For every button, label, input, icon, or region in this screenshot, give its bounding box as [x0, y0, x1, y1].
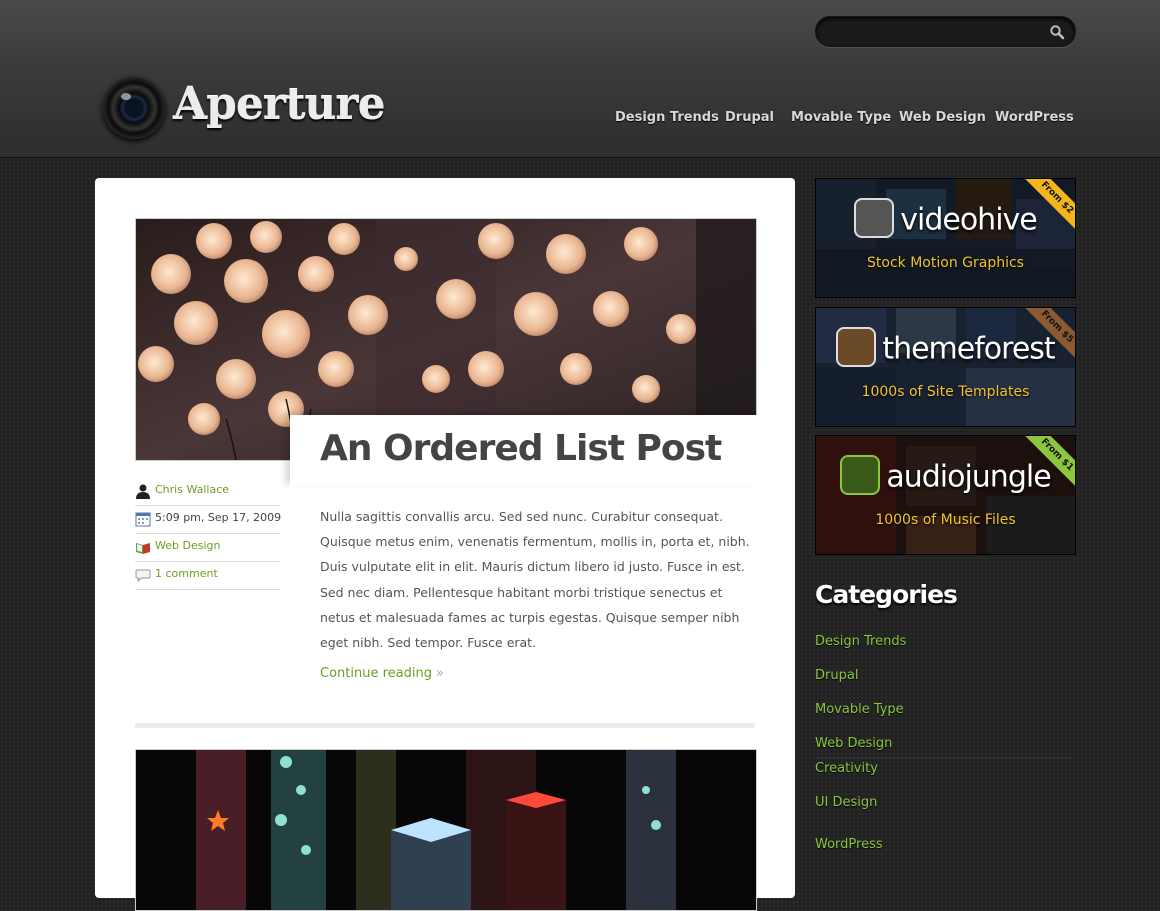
ad-brand: videohive	[816, 198, 1075, 241]
themeforest-logo-icon	[836, 327, 877, 367]
continue-arrow: »	[435, 666, 444, 681]
post-comments-link[interactable]: 1 comment	[155, 563, 218, 585]
ad-brand-name: themeforest	[882, 331, 1055, 367]
post-meta: Chris Wallace 5:09 pm, Sep 17, 2009 Web …	[135, 479, 282, 591]
ad-tagline: 1000s of Music Files	[875, 512, 1016, 528]
speech-bubble-icon	[135, 569, 151, 583]
category-link-creativity[interactable]: Creativity	[815, 761, 878, 776]
book-icon	[136, 543, 150, 554]
nav-item-drupal[interactable]: Drupal	[725, 110, 774, 125]
videohive-logo-icon	[854, 198, 895, 238]
user-icon	[136, 484, 150, 499]
content-area: An Ordered List Post Chris Wallace 5:09 …	[95, 178, 795, 911]
category-link-wordpress[interactable]: WordPress	[815, 837, 883, 852]
post-title[interactable]: An Ordered List Post	[320, 428, 722, 469]
post-comments-row: 1 comment	[135, 563, 280, 590]
category-link-movable-type[interactable]: Movable Type	[815, 702, 904, 717]
site-logo[interactable]: Aperture	[103, 77, 393, 143]
post-category-row: Web Design	[135, 535, 280, 562]
site-header: Aperture Design Trends Drupal Movable Ty…	[0, 0, 1160, 158]
camera-lens-icon	[103, 77, 165, 139]
ad-tagline: 1000s of Site Templates	[861, 384, 1030, 400]
post-author[interactable]: Chris Wallace	[155, 479, 229, 501]
audiojungle-ad[interactable]: From $1 audiojungle 1000s of Music Files	[815, 435, 1076, 555]
category-link-web-design[interactable]: Web Design	[815, 736, 892, 751]
ad-brand-name: audiojungle	[886, 459, 1051, 495]
post-divider	[135, 723, 755, 728]
post-category[interactable]: Web Design	[155, 535, 220, 557]
post-date-row: 5:09 pm, Sep 17, 2009	[135, 507, 282, 534]
videohive-ad[interactable]: From $2 videohive Stock Motion Graphics	[815, 178, 1076, 298]
ad-brand: themeforest	[816, 327, 1075, 370]
post-date: 5:09 pm, Sep 17, 2009	[155, 511, 282, 524]
nav-item-movable-type[interactable]: Movable Type	[791, 110, 891, 125]
nav-item-design-trends[interactable]: Design Trends	[615, 110, 719, 125]
search-box[interactable]	[815, 16, 1076, 47]
audiojungle-logo-icon	[840, 455, 881, 495]
search-input[interactable]	[830, 22, 1044, 42]
logo-text: Aperture	[173, 79, 386, 130]
post-author-row: Chris Wallace	[135, 479, 280, 506]
search-icon[interactable]	[1049, 24, 1065, 40]
category-divider	[815, 757, 1074, 758]
themeforest-ad[interactable]: From $5 themeforest 1000s of Site Templa…	[815, 307, 1076, 427]
post-featured-image-2[interactable]	[135, 749, 757, 911]
lens-glint	[121, 93, 131, 100]
nav-item-wordpress[interactable]: WordPress	[995, 110, 1074, 125]
ad-brand-name: videohive	[900, 202, 1038, 238]
continue-reading-link[interactable]: Continue reading»	[320, 666, 444, 681]
ad-brand: audiojungle	[816, 455, 1075, 498]
calendar-icon	[135, 512, 151, 527]
category-link-drupal[interactable]: Drupal	[815, 668, 858, 683]
continue-reading-label: Continue reading	[320, 666, 432, 681]
main-nav: Design Trends Drupal Movable Type Web De…	[600, 110, 1076, 130]
ad-tagline: Stock Motion Graphics	[867, 255, 1024, 271]
category-link-ui-design[interactable]: UI Design	[815, 795, 877, 810]
post-excerpt: Nulla sagittis convallis arcu. Sed sed n…	[320, 509, 750, 651]
categories-heading: Categories	[815, 580, 958, 609]
category-link-design-trends[interactable]: Design Trends	[815, 634, 906, 649]
nav-item-web-design[interactable]: Web Design	[899, 110, 986, 125]
